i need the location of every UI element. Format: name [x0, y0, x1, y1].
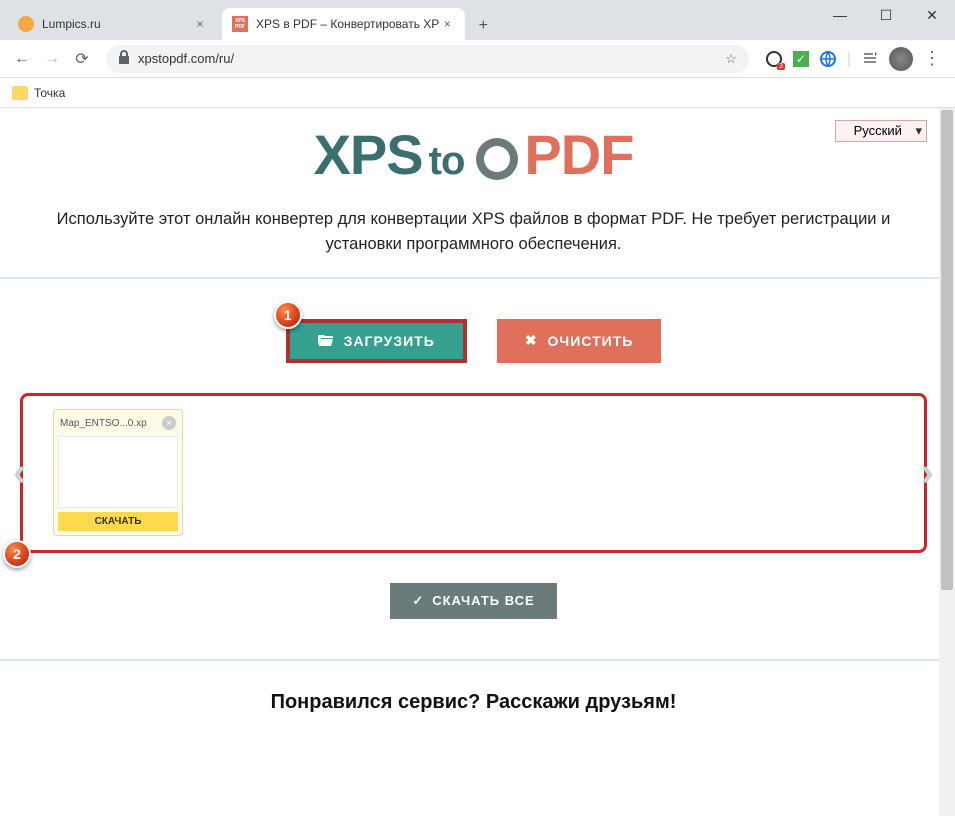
callout-marker-1: 1: [274, 301, 302, 329]
file-drop-area[interactable]: ‹ Map_ENTSO...0.xp × СКАЧАТЬ › 2: [20, 393, 927, 553]
file-card: Map_ENTSO...0.xp × СКАЧАТЬ: [53, 409, 183, 536]
description-text: Используйте этот онлайн конвертер для ко…: [0, 207, 947, 277]
page-content: Русский ▾ XPSto PDF Используйте этот онла…: [0, 108, 955, 816]
profile-avatar[interactable]: [889, 47, 913, 71]
download-all-row: ✓ СКАЧАТЬ ВСЕ: [0, 573, 947, 659]
reload-button[interactable]: ⟳: [68, 45, 96, 73]
logo-xps: XPS: [314, 123, 423, 186]
upload-label: ЗАГРУЗИТЬ: [344, 333, 435, 349]
logo-pdf: PDF: [524, 123, 633, 186]
tab-title: Lumpics.ru: [42, 17, 192, 31]
favicon-xpstopdf: XPSPDF: [232, 16, 248, 32]
back-button[interactable]: ←: [8, 45, 36, 73]
scrollbar[interactable]: [939, 108, 955, 816]
close-icon: ✖: [525, 332, 538, 349]
clear-label: ОЧИСТИТЬ: [548, 333, 634, 349]
extension-icon-2[interactable]: ✓: [793, 51, 809, 67]
close-icon[interactable]: ×: [439, 16, 455, 32]
extension-icons: 3 ✓ | ⋮: [759, 47, 947, 71]
address-bar: ← → ⟳ xpstopdf.com/ru/ ☆ 3 ✓ | ⋮: [0, 40, 955, 78]
window-controls: — ☐ ✕: [817, 0, 955, 30]
remove-file-button[interactable]: ×: [162, 416, 176, 430]
new-tab-button[interactable]: +: [469, 12, 497, 40]
bookmark-folder[interactable]: Точка: [12, 86, 65, 100]
chevron-down-icon: ▾: [915, 123, 922, 139]
browser-tab-xpstopdf[interactable]: XPSPDF XPS в PDF – Конвертировать XP ×: [222, 8, 465, 40]
share-text: Понравился сервис? Расскажи друзьям!: [0, 661, 947, 744]
minimize-button[interactable]: —: [817, 0, 863, 30]
bookmarks-bar: Точка: [0, 78, 955, 108]
bookmark-label: Точка: [34, 86, 65, 100]
reading-list-icon[interactable]: [861, 50, 879, 68]
logo-to: to: [429, 139, 465, 183]
bookmark-star-icon[interactable]: ☆: [725, 51, 737, 67]
action-buttons-row: 1 ЗАГРУЗИТЬ ✖ ОЧИСТИТЬ: [0, 279, 947, 393]
download-all-label: СКАЧАТЬ ВСЕ: [432, 593, 534, 608]
folder-icon: [12, 86, 28, 100]
lock-icon: [118, 50, 130, 67]
url-text: xpstopdf.com/ru/: [138, 51, 234, 66]
language-label: Русский: [854, 123, 902, 138]
download-all-button[interactable]: ✓ СКАЧАТЬ ВСЕ: [390, 583, 556, 619]
file-name-row: Map_ENTSO...0.xp ×: [58, 414, 178, 432]
menu-icon[interactable]: ⋮: [923, 50, 941, 68]
url-input[interactable]: xpstopdf.com/ru/ ☆: [106, 45, 749, 73]
favicon-lumpics: [18, 16, 34, 32]
file-name: Map_ENTSO...0.xp: [60, 418, 147, 429]
clear-button[interactable]: ✖ ОЧИСТИТЬ: [497, 319, 662, 363]
language-select[interactable]: Русский ▾: [835, 120, 927, 142]
site-logo: XPSto PDF: [0, 122, 947, 187]
download-file-button[interactable]: СКАЧАТЬ: [58, 512, 178, 531]
tab-title: XPS в PDF – Конвертировать XP: [256, 17, 439, 31]
chevron-right-icon[interactable]: ›: [921, 450, 934, 495]
upload-button[interactable]: ЗАГРУЗИТЬ: [286, 319, 467, 363]
scroll-thumb[interactable]: [941, 110, 953, 590]
forward-button[interactable]: →: [38, 45, 66, 73]
browser-tab-lumpics[interactable]: Lumpics.ru ×: [8, 8, 218, 40]
browser-tab-strip: Lumpics.ru × XPSPDF XPS в PDF – Конверти…: [0, 0, 955, 40]
gear-icon: [476, 138, 518, 180]
close-window-button[interactable]: ✕: [909, 0, 955, 30]
callout-marker-2: 2: [3, 540, 31, 568]
logo-area: Русский ▾ XPSto PDF: [0, 108, 947, 207]
folder-open-icon: [318, 333, 334, 349]
extension-icon-1[interactable]: 3: [765, 50, 783, 68]
maximize-button[interactable]: ☐: [863, 0, 909, 30]
close-icon[interactable]: ×: [192, 16, 208, 32]
check-icon: ✓: [412, 593, 424, 609]
chevron-left-icon[interactable]: ‹: [13, 450, 26, 495]
extension-icon-3[interactable]: [819, 50, 837, 68]
file-preview: [58, 436, 178, 508]
